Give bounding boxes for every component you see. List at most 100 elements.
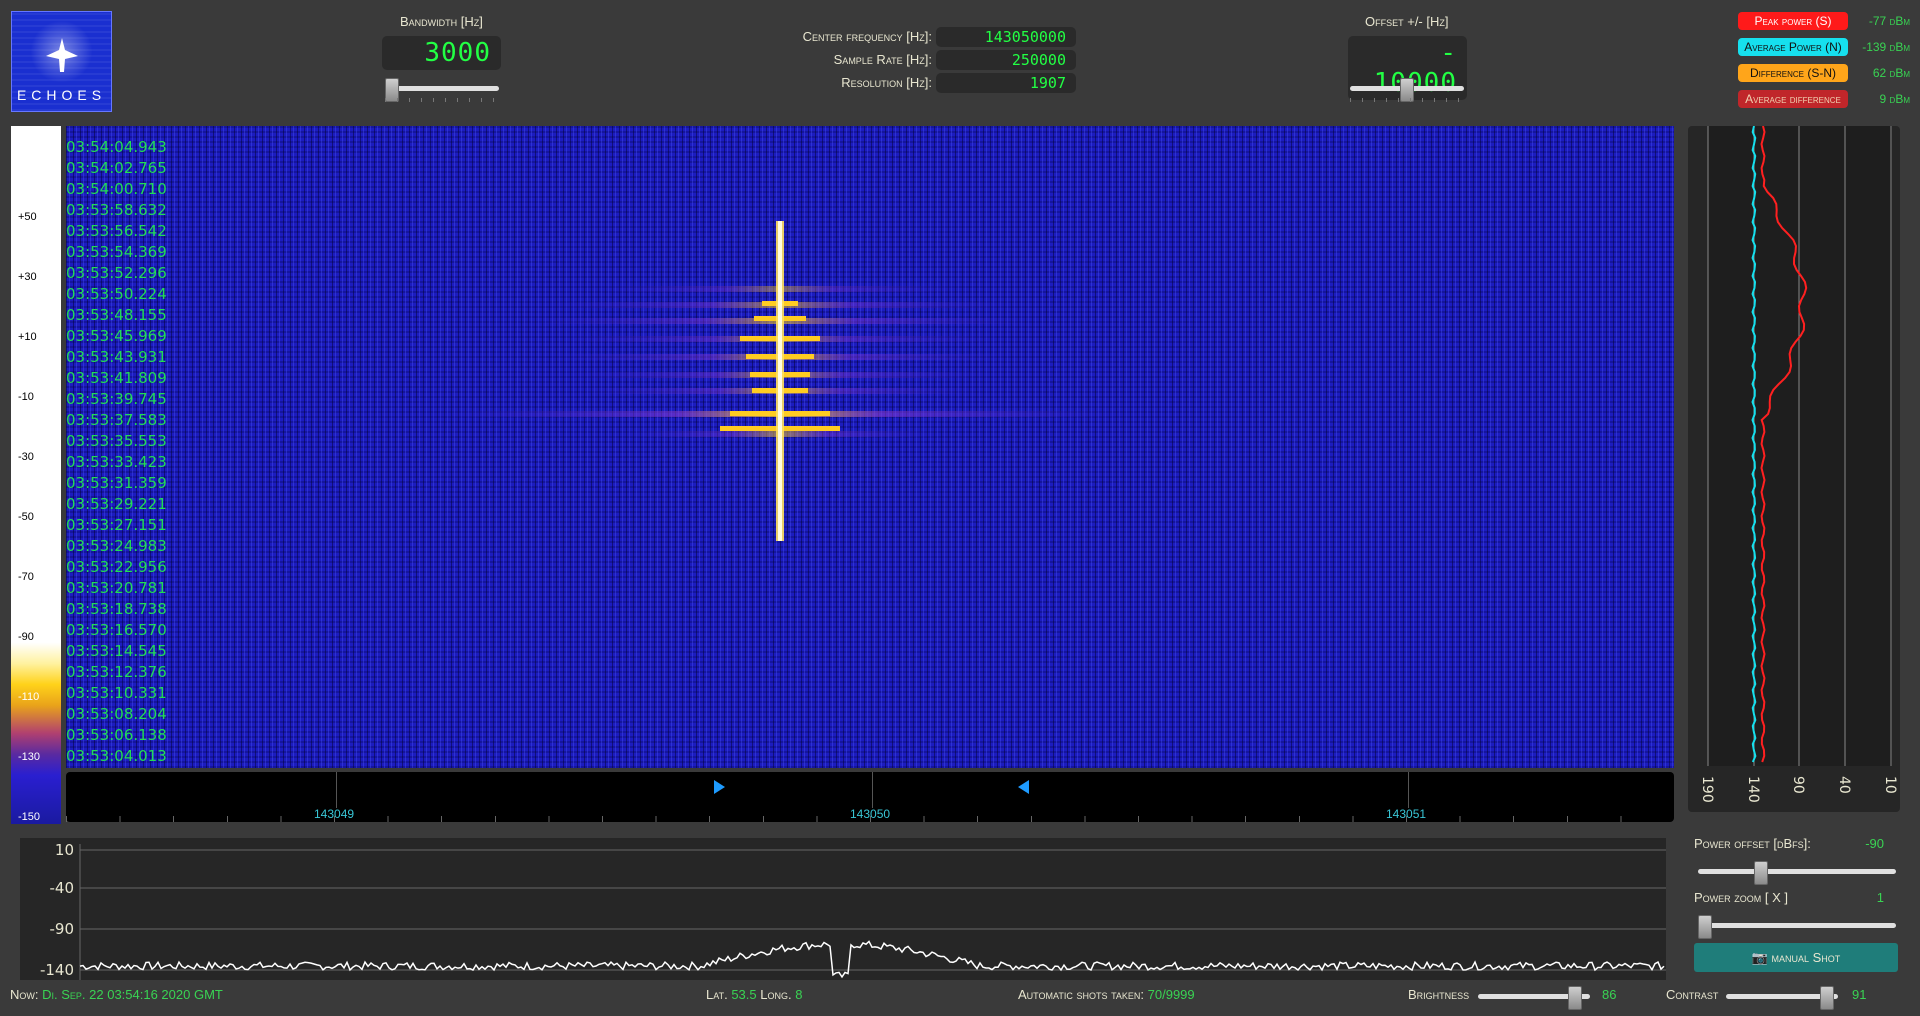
power-zoom-slider[interactable] xyxy=(1698,915,1896,939)
timestamp-label: 03:53:10.331 xyxy=(66,684,167,702)
color-scale-tick: -90 xyxy=(18,631,34,643)
color-scale-tick: -110 xyxy=(18,691,40,703)
timestamp-label: 03:53:29.221 xyxy=(66,495,167,513)
power-zoom-value: 1 xyxy=(1876,890,1884,905)
color-scale-tick: -30 xyxy=(18,451,34,463)
color-scale-tick: -10 xyxy=(18,391,34,403)
power-zoom-slider-knob[interactable] xyxy=(1698,915,1712,939)
timestamp-label: 03:53:12.376 xyxy=(66,663,167,681)
spectrum-tick: -140 xyxy=(40,961,74,979)
center-frequency-display: 143050000 xyxy=(936,27,1076,47)
timestamp-label: 03:53:48.155 xyxy=(66,306,167,324)
resolution-label: Resolution [Hz]: xyxy=(841,75,932,90)
bandwidth-slider[interactable] xyxy=(385,78,499,102)
band-start-marker-icon[interactable] xyxy=(714,780,725,794)
timestamp-label: 03:53:16.570 xyxy=(66,621,167,639)
offset-label: Offset +/- [Hz] xyxy=(1365,14,1449,29)
power-plot-tick: 190 xyxy=(1699,776,1715,803)
timestamp-label: 03:53:43.931 xyxy=(66,348,167,366)
timestamp-label: 03:53:33.423 xyxy=(66,453,167,471)
bandwidth-label: Bandwidth [Hz] xyxy=(400,14,483,29)
timestamp-label: 03:53:54.369 xyxy=(66,243,167,261)
timestamp-label: 03:53:45.969 xyxy=(66,327,167,345)
long-label: Long. xyxy=(760,987,792,1002)
echoes-logo: ECHOES xyxy=(11,11,112,112)
timestamp-label: 03:53:04.013 xyxy=(66,747,167,765)
location-status: Lat. 53.5 Long. 8 xyxy=(706,987,802,1002)
bandwidth-slider-ticks xyxy=(385,98,499,102)
brightness-label: Brightness xyxy=(1408,987,1470,1002)
timestamp-label: 03:53:08.204 xyxy=(66,705,167,723)
power-zoom-label: Power zoom [ X ] xyxy=(1694,890,1789,905)
sample-rate-display: 250000 xyxy=(936,50,1076,70)
timestamp-label: 03:53:14.545 xyxy=(66,642,167,660)
power-value: -139 dBm xyxy=(1862,40,1910,54)
bandwidth-display: 3000 xyxy=(382,36,501,70)
color-scale-bar xyxy=(11,126,61,824)
power-badge: Average difference xyxy=(1738,90,1848,108)
manual-shot-label: manual Shot xyxy=(1771,950,1841,965)
power-value: 62 dBm xyxy=(1872,66,1910,80)
meteor-echo-trace xyxy=(440,221,1120,541)
timestamp-label: 03:54:04.943 xyxy=(66,138,167,156)
timestamp-label: 03:53:50.224 xyxy=(66,285,167,303)
color-scale-tick: -130 xyxy=(18,751,41,763)
brightness-slider[interactable] xyxy=(1478,986,1590,1010)
spectrum-plot: 10 -40 -90 -140 xyxy=(20,838,1666,980)
power-badge: Average Power (N) xyxy=(1738,38,1848,56)
brightness-value: 86 xyxy=(1602,987,1617,1002)
contrast-slider-knob[interactable] xyxy=(1820,986,1834,1010)
spectrum-tick: 10 xyxy=(55,841,74,859)
resolution-display: 1907 xyxy=(936,73,1076,93)
power-offset-slider-knob[interactable] xyxy=(1754,861,1768,885)
power-plot-tick: 10 xyxy=(1882,776,1898,794)
manual-shot-button[interactable]: 📷 manual Shot xyxy=(1694,943,1898,972)
power-badge: Difference (S-N) xyxy=(1738,64,1848,82)
timestamp-label: 03:53:18.738 xyxy=(66,600,167,618)
timestamp-label: 03:54:00.710 xyxy=(66,180,167,198)
shots-status: Automatic shots taken: 70/9999 xyxy=(1018,987,1195,1002)
timestamp-label: 03:53:37.583 xyxy=(66,411,167,429)
timestamp-label: 03:53:24.983 xyxy=(66,537,167,555)
timestamp-label: 03:53:27.151 xyxy=(66,516,167,534)
color-scale-tick: -70 xyxy=(18,571,34,583)
spectrum-tick: -90 xyxy=(50,920,75,938)
frequency-axis[interactable]: 143049 143050 143051 xyxy=(66,772,1674,822)
now-label: Now: xyxy=(10,987,39,1002)
logo-figure-icon xyxy=(46,38,78,72)
power-plot-tick: 40 xyxy=(1836,776,1852,794)
power-badge: Peak power (S) xyxy=(1738,12,1848,30)
color-scale-tick: +30 xyxy=(18,271,37,283)
now-status: Now: Di. Sep. 22 03:54:16 2020 GMT xyxy=(10,987,223,1002)
timestamp-label: 03:53:58.632 xyxy=(66,201,167,219)
power-plot-tick: 140 xyxy=(1745,776,1761,803)
timestamp-label: 03:53:06.138 xyxy=(66,726,167,744)
camera-icon: 📷 xyxy=(1751,950,1768,965)
offset-slider[interactable] xyxy=(1350,78,1464,102)
sample-rate-label: Sample Rate [Hz]: xyxy=(833,52,932,67)
band-end-marker-icon[interactable] xyxy=(1018,780,1029,794)
power-offset-label: Power offset [dBfs]: xyxy=(1694,836,1811,851)
power-offset-value: -90 xyxy=(1865,836,1884,851)
color-scale-tick: -50 xyxy=(18,511,34,523)
power-offset-slider[interactable] xyxy=(1698,861,1896,885)
timestamp-label: 03:53:22.956 xyxy=(66,558,167,576)
contrast-label: Contrast xyxy=(1666,987,1719,1002)
timestamp-label: 03:53:39.745 xyxy=(66,390,167,408)
power-value: -77 dBm xyxy=(1868,14,1910,28)
shots-value: 70/9999 xyxy=(1147,987,1195,1002)
now-value: Di. Sep. 22 03:54:16 2020 GMT xyxy=(42,987,223,1002)
spectrum-tick: -40 xyxy=(50,879,75,897)
color-scale-tick: -150 xyxy=(18,811,41,823)
timestamp-label: 03:53:56.542 xyxy=(66,222,167,240)
contrast-value: 91 xyxy=(1852,987,1867,1002)
offset-slider-ticks xyxy=(1350,98,1464,102)
color-scale-tick: +50 xyxy=(18,211,37,223)
contrast-slider[interactable] xyxy=(1726,986,1838,1010)
shots-label: Automatic shots taken: xyxy=(1018,987,1145,1002)
brightness-slider-knob[interactable] xyxy=(1568,986,1582,1010)
power-history-plot: 190 140 90 40 10 xyxy=(1688,126,1900,812)
timestamp-label: 03:54:02.765 xyxy=(66,159,167,177)
waterfall-display[interactable]: 03:54:04.943 03:54:02.765 03:54:00.710 03:5… xyxy=(66,126,1674,768)
lat-label: Lat. xyxy=(706,987,728,1002)
